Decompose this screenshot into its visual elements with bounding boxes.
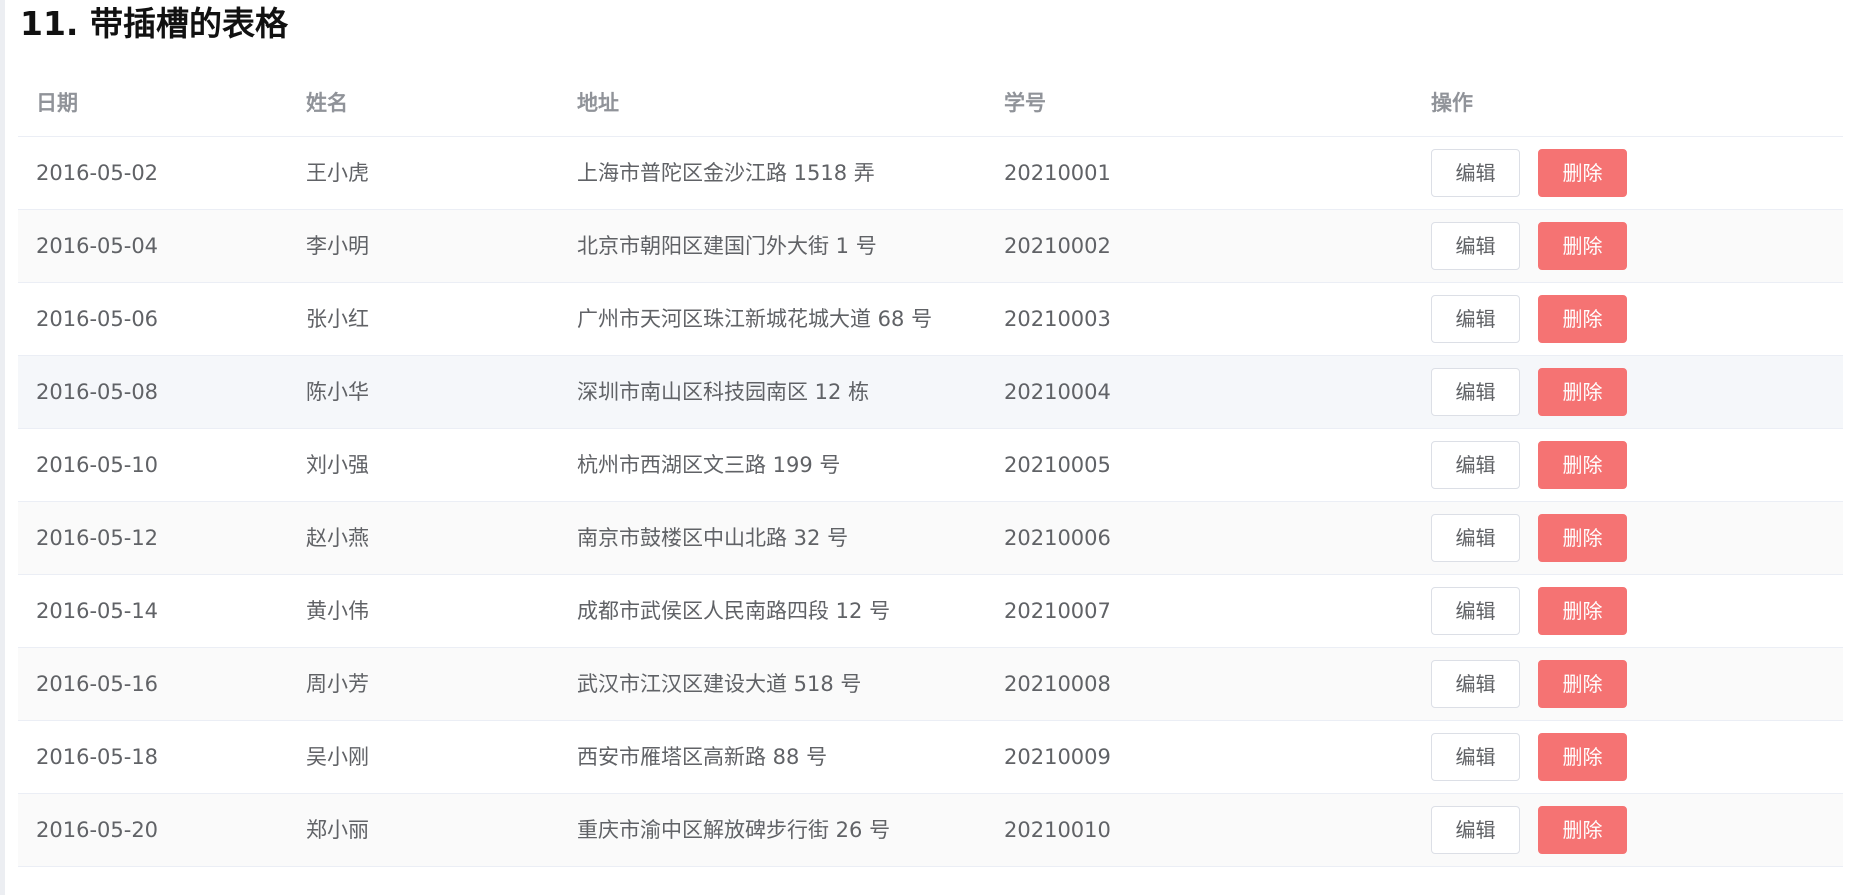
row-actions: 编辑 删除 bbox=[1413, 514, 1843, 562]
table-row: 2016-05-14 黄小伟 成都市武侯区人民南路四段 12 号 2021000… bbox=[18, 575, 1843, 648]
delete-button[interactable]: 删除 bbox=[1538, 587, 1627, 635]
row-student-id: 20210006 bbox=[1004, 526, 1111, 550]
row-address: 北京市朝阳区建国门外大街 1 号 bbox=[577, 234, 877, 258]
row-student-id: 20210001 bbox=[1004, 161, 1111, 185]
row-date: 2016-05-02 bbox=[36, 161, 159, 185]
row-name: 李小明 bbox=[306, 234, 369, 258]
edit-button[interactable]: 编辑 bbox=[1431, 514, 1520, 562]
edit-button[interactable]: 编辑 bbox=[1431, 587, 1520, 635]
table-row: 2016-05-20 郑小丽 重庆市渝中区解放碑步行街 26 号 2021001… bbox=[18, 794, 1843, 867]
delete-button[interactable]: 删除 bbox=[1538, 295, 1627, 343]
row-actions: 编辑 删除 bbox=[1413, 295, 1843, 343]
row-name: 郑小丽 bbox=[306, 818, 369, 842]
row-actions: 编辑 删除 bbox=[1413, 733, 1843, 781]
row-student-id: 20210003 bbox=[1004, 307, 1111, 331]
delete-button[interactable]: 删除 bbox=[1538, 149, 1627, 197]
delete-button[interactable]: 删除 bbox=[1538, 806, 1627, 854]
row-address: 广州市天河区珠江新城花城大道 68 号 bbox=[577, 307, 933, 331]
row-name: 王小虎 bbox=[306, 161, 369, 185]
table-row: 2016-05-04 李小明 北京市朝阳区建国门外大街 1 号 20210002… bbox=[18, 210, 1843, 283]
row-student-id: 20210004 bbox=[1004, 380, 1111, 404]
table-demo-page: 11. 带插槽的表格 日期 姓名 地址 学号 操作 2016-05-02 王小虎… bbox=[0, 0, 1860, 895]
row-actions: 编辑 删除 bbox=[1413, 660, 1843, 708]
page-left-border bbox=[0, 0, 5, 895]
row-address: 重庆市渝中区解放碑步行街 26 号 bbox=[577, 818, 891, 842]
row-address: 武汉市江汉区建设大道 518 号 bbox=[577, 672, 862, 696]
row-actions: 编辑 删除 bbox=[1413, 806, 1843, 854]
row-date: 2016-05-06 bbox=[36, 307, 159, 331]
row-address: 上海市普陀区金沙江路 1518 弄 bbox=[577, 161, 875, 185]
row-address: 杭州市西湖区文三路 199 号 bbox=[577, 453, 841, 477]
delete-button[interactable]: 删除 bbox=[1538, 441, 1627, 489]
header-student-id: 学号 bbox=[1004, 90, 1046, 115]
section-title: 11. 带插槽的表格 bbox=[20, 4, 288, 43]
row-date: 2016-05-12 bbox=[36, 526, 159, 550]
row-date: 2016-05-08 bbox=[36, 380, 159, 404]
row-student-id: 20210005 bbox=[1004, 453, 1111, 477]
edit-button[interactable]: 编辑 bbox=[1431, 660, 1520, 708]
row-student-id: 20210009 bbox=[1004, 745, 1111, 769]
row-address: 深圳市南山区科技园南区 12 栋 bbox=[577, 380, 870, 404]
row-actions: 编辑 删除 bbox=[1413, 222, 1843, 270]
row-student-id: 20210002 bbox=[1004, 234, 1111, 258]
edit-button[interactable]: 编辑 bbox=[1431, 295, 1520, 343]
row-address: 成都市武侯区人民南路四段 12 号 bbox=[577, 599, 891, 623]
row-date: 2016-05-04 bbox=[36, 234, 159, 258]
delete-button[interactable]: 删除 bbox=[1538, 733, 1627, 781]
edit-button[interactable]: 编辑 bbox=[1431, 733, 1520, 781]
header-actions: 操作 bbox=[1431, 90, 1473, 115]
row-date: 2016-05-18 bbox=[36, 745, 159, 769]
delete-button[interactable]: 删除 bbox=[1538, 222, 1627, 270]
table-row: 2016-05-12 赵小燕 南京市鼓楼区中山北路 32 号 20210006 … bbox=[18, 502, 1843, 575]
table-row: 2016-05-18 吴小刚 西安市雁塔区高新路 88 号 20210009 编… bbox=[18, 721, 1843, 794]
row-actions: 编辑 删除 bbox=[1413, 587, 1843, 635]
edit-button[interactable]: 编辑 bbox=[1431, 806, 1520, 854]
row-date: 2016-05-14 bbox=[36, 599, 159, 623]
table-row: 2016-05-16 周小芳 武汉市江汉区建设大道 518 号 20210008… bbox=[18, 648, 1843, 721]
table-row: 2016-05-08 陈小华 深圳市南山区科技园南区 12 栋 20210004… bbox=[18, 356, 1843, 429]
table-row: 2016-05-10 刘小强 杭州市西湖区文三路 199 号 20210005 … bbox=[18, 429, 1843, 502]
row-address: 南京市鼓楼区中山北路 32 号 bbox=[577, 526, 849, 550]
row-date: 2016-05-20 bbox=[36, 818, 159, 842]
table-row: 2016-05-06 张小红 广州市天河区珠江新城花城大道 68 号 20210… bbox=[18, 283, 1843, 356]
row-date: 2016-05-10 bbox=[36, 453, 159, 477]
row-name: 吴小刚 bbox=[306, 745, 369, 769]
row-name: 周小芳 bbox=[306, 672, 369, 696]
student-table: 日期 姓名 地址 学号 操作 2016-05-02 王小虎 上海市普陀区金沙江路… bbox=[18, 69, 1843, 867]
row-student-id: 20210008 bbox=[1004, 672, 1111, 696]
edit-button[interactable]: 编辑 bbox=[1431, 222, 1520, 270]
delete-button[interactable]: 删除 bbox=[1538, 514, 1627, 562]
header-address: 地址 bbox=[577, 90, 619, 115]
header-name: 姓名 bbox=[306, 90, 348, 115]
row-date: 2016-05-16 bbox=[36, 672, 159, 696]
row-name: 黄小伟 bbox=[306, 599, 369, 623]
edit-button[interactable]: 编辑 bbox=[1431, 441, 1520, 489]
row-actions: 编辑 删除 bbox=[1413, 149, 1843, 197]
row-student-id: 20210007 bbox=[1004, 599, 1111, 623]
row-name: 陈小华 bbox=[306, 380, 369, 404]
delete-button[interactable]: 删除 bbox=[1538, 660, 1627, 708]
row-name: 张小红 bbox=[306, 307, 369, 331]
row-name: 赵小燕 bbox=[306, 526, 369, 550]
row-name: 刘小强 bbox=[306, 453, 369, 477]
row-address: 西安市雁塔区高新路 88 号 bbox=[577, 745, 828, 769]
row-student-id: 20210010 bbox=[1004, 818, 1111, 842]
edit-button[interactable]: 编辑 bbox=[1431, 368, 1520, 416]
edit-button[interactable]: 编辑 bbox=[1431, 149, 1520, 197]
delete-button[interactable]: 删除 bbox=[1538, 368, 1627, 416]
row-actions: 编辑 删除 bbox=[1413, 368, 1843, 416]
table-row: 2016-05-02 王小虎 上海市普陀区金沙江路 1518 弄 2021000… bbox=[18, 137, 1843, 210]
table-header-row: 日期 姓名 地址 学号 操作 bbox=[18, 69, 1843, 137]
header-date: 日期 bbox=[36, 90, 78, 115]
row-actions: 编辑 删除 bbox=[1413, 441, 1843, 489]
